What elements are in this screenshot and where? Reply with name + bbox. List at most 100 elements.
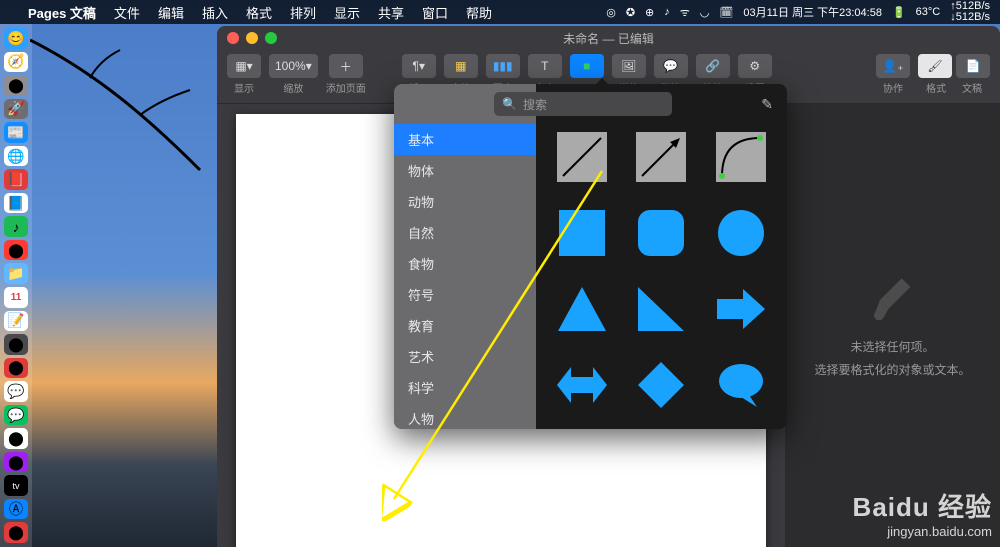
category-science[interactable]: 科学 [394,372,536,403]
category-people[interactable]: 人物 [394,403,536,429]
shape-category-list: 基本 物体 动物 自然 食物 符号 教育 艺术 科学 人物 地点 活动 [394,84,536,429]
dock-chrome-icon[interactable]: 🌐 [4,146,28,167]
insert-button[interactable]: ¶▾ [402,54,436,78]
maximize-button[interactable] [265,32,277,44]
shape-diamond[interactable] [636,360,686,410]
menu-edit[interactable]: 编辑 [158,3,184,22]
dock-appstore-icon[interactable]: Ⓐ [4,499,28,520]
menu-format[interactable]: 格式 [246,3,272,22]
dock-app-icon[interactable]: ⬤ [4,428,28,449]
chart-button[interactable]: ▮▮▮ [486,54,520,78]
status-icon[interactable]: ⊕ [645,6,654,19]
shape-arrow-right[interactable] [716,284,766,334]
link-button[interactable]: 🔗 [696,54,730,78]
menu-view[interactable]: 显示 [334,3,360,22]
shape-square[interactable] [557,208,607,258]
window-title: 未命名 — 已编辑 [563,30,654,47]
dock-wechat-icon[interactable]: 💬 [4,405,28,426]
dock-safari-icon[interactable]: 🧭 [4,52,28,73]
dock-app-icon[interactable]: 📕 [4,169,28,190]
status-datetime[interactable]: 03月11日 周三 下午23:04:58 [743,4,882,20]
window-titlebar[interactable]: 未命名 — 已编辑 [217,26,1000,50]
net-down: ↓512B/s [950,12,990,23]
app-name[interactable]: Pages 文稿 [28,3,96,22]
close-button[interactable] [227,32,239,44]
date-icon: 🗓︎ [719,6,733,19]
status-icon[interactable]: ♪ [664,6,670,18]
dock-notes-icon[interactable]: 📝 [4,311,28,332]
view-button[interactable]: ▦▾ [227,54,261,78]
watermark-brand: Baidu 经验 [853,487,992,524]
shape-rounded-square[interactable] [636,208,686,258]
menu-arrange[interactable]: 排列 [290,3,316,22]
dock-app-icon[interactable]: ♪ [4,216,28,237]
shape-arrow-line[interactable] [636,132,686,182]
collab-label: 协作 [883,80,903,95]
shape-triangle[interactable] [557,284,607,334]
dock-app-icon[interactable]: 📰 [4,122,28,143]
settings-button[interactable]: ⚙ [738,54,772,78]
menu-share[interactable]: 共享 [378,3,404,22]
battery-icon[interactable]: 🔋 [892,6,906,19]
dock-app-icon[interactable]: 💬 [4,381,28,402]
dock-app-icon[interactable]: ⬤ [4,240,28,261]
menu-insert[interactable]: 插入 [202,3,228,22]
category-food[interactable]: 食物 [394,248,536,279]
shapes-search-input[interactable]: 🔍 搜索 [494,92,672,116]
status-icon[interactable]: ᯤ [680,5,690,20]
tree-branch-decoration [30,30,210,180]
status-icon[interactable]: ◎ [606,6,616,19]
menu-file[interactable]: 文件 [114,3,140,22]
inspector-panel: 未选择任何项。 选择要格式化的对象或文本。 [785,104,1000,547]
category-education[interactable]: 教育 [394,310,536,341]
shape-right-triangle[interactable] [636,284,686,334]
add-page-label: 添加页面 [326,80,366,95]
dock-app-icon[interactable]: ⬤ [4,522,28,543]
dock-launchpad-icon[interactable]: 🚀 [4,99,28,120]
format-label: 格式 [926,80,946,95]
category-art[interactable]: 艺术 [394,341,536,372]
category-basic[interactable]: 基本 [394,124,536,155]
status-icon[interactable]: ◡ [700,6,710,19]
dock-appletv-icon[interactable]: tv [4,475,28,496]
comment-button[interactable]: 💬 [654,54,688,78]
dock-podcasts-icon[interactable]: ⬤ [4,452,28,473]
dock-finder-icon[interactable]: 😊 [4,28,28,49]
category-objects[interactable]: 物体 [394,155,536,186]
shape-curve[interactable] [716,132,766,182]
dock-app-icon[interactable]: ⬤ [4,75,28,96]
minimize-button[interactable] [246,32,258,44]
category-nature[interactable]: 自然 [394,217,536,248]
inspector-empty-line1: 未选择任何项。 [850,338,934,355]
category-symbols[interactable]: 符号 [394,279,536,310]
dock-folder-icon[interactable]: 📁 [4,263,28,284]
category-animals[interactable]: 动物 [394,186,536,217]
shape-grid [536,84,787,429]
shape-double-arrow[interactable] [557,360,607,410]
search-icon: 🔍 [502,97,517,111]
watermark-url: jingyan.baidu.com [853,524,992,539]
text-button[interactable]: T [528,54,562,78]
shape-speech-bubble[interactable] [716,360,766,410]
menu-help[interactable]: 帮助 [466,3,492,22]
shapes-popover: 🔍 搜索 ✎ 基本 物体 动物 自然 食物 符号 教育 艺术 科学 人物 地点 … [394,84,787,429]
brush-icon [867,274,919,326]
pen-tool-icon[interactable]: ✎ [761,96,773,113]
dock-app-icon[interactable]: ⬤ [4,358,28,379]
status-icon[interactable]: ✪ [626,6,635,19]
format-button[interactable]: 🖌 [918,54,952,78]
zoom-select[interactable]: 100% ▾ [269,54,318,78]
document-button[interactable]: 📄 [956,54,990,78]
media-button[interactable]: 🖼 [612,54,646,78]
dock-app-icon[interactable]: ⬤ [4,334,28,355]
dock-calendar-icon[interactable]: 11 [4,287,28,308]
inspector-empty-line2: 选择要格式化的对象或文本。 [814,361,970,378]
baidu-watermark: Baidu 经验 jingyan.baidu.com [853,487,992,539]
shape-circle[interactable] [716,208,766,258]
add-page-button[interactable]: ＋ [329,54,363,78]
collab-button[interactable]: 👤₊ [876,54,910,78]
menu-window[interactable]: 窗口 [422,3,448,22]
shape-line[interactable] [557,132,607,182]
table-button[interactable]: ▦ [444,54,478,78]
dock-app-icon[interactable]: 📘 [4,193,28,214]
